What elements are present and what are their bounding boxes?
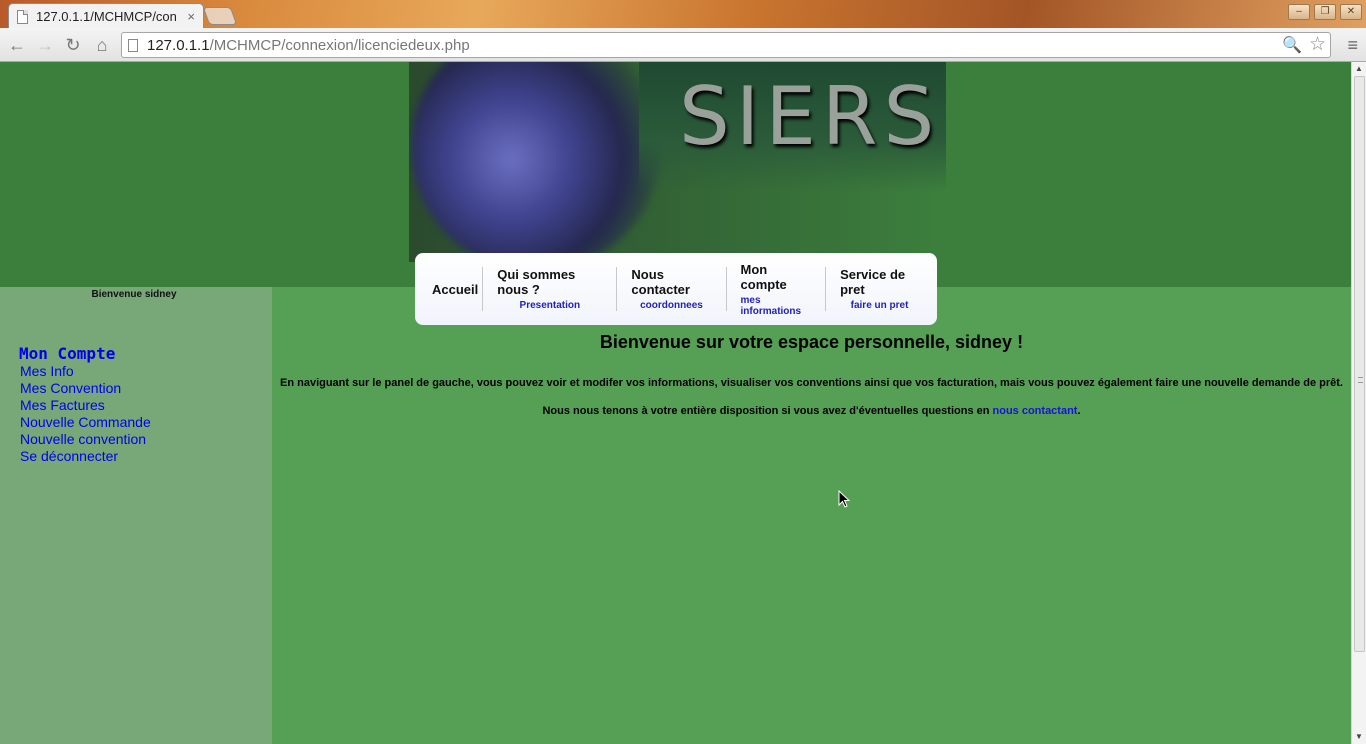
- nav-item-mon-compte[interactable]: Mon compte mes informations: [725, 262, 826, 317]
- nav-label: Nous contacter: [631, 267, 690, 297]
- contact-text-end: .: [1077, 405, 1081, 417]
- sidebar-link-nouvelle-convention[interactable]: Nouvelle convention: [20, 431, 151, 448]
- contact-paragraph: Nous nous tenons à votre entière disposi…: [272, 405, 1351, 417]
- main-navigation: Accueil Qui sommes nous ? Presentation N…: [415, 253, 937, 325]
- url-path: /MCHMCP/connexion/licenciedeux.php: [209, 36, 470, 54]
- vertical-scrollbar[interactable]: ▲ ▼: [1351, 62, 1366, 744]
- maximize-button[interactable]: ❐: [1314, 4, 1336, 20]
- page: SIERS Accueil Qui sommes nous ? Presenta…: [0, 62, 1351, 744]
- sidebar-link-mes-factures[interactable]: Mes Factures: [20, 397, 151, 414]
- nav-sublabel: coordonnees: [640, 300, 703, 311]
- nav-label: Mon compte: [740, 261, 787, 292]
- nav-sublabel: faire un pret: [850, 300, 909, 311]
- account-sidebar: Bienvenue sidney Mon Compte Mes Info Mes…: [0, 287, 272, 744]
- close-window-button[interactable]: ✕: [1340, 4, 1362, 20]
- banner-orb-graphic: [411, 62, 661, 262]
- main-content: Bienvenue sur votre espace personnelle, …: [272, 287, 1351, 744]
- back-arrow-icon[interactable]: ←: [6, 34, 28, 56]
- sidebar-title: Mon Compte: [19, 344, 116, 363]
- browser-tab[interactable]: 127.0.1.1/MCHMCP/con ×: [8, 3, 204, 29]
- nav-label: Qui sommes nous ?: [497, 267, 576, 297]
- welcome-user-text: Bienvenue sidney: [91, 289, 177, 300]
- nav-item-service-de-pret[interactable]: Service de pret faire un pret: [825, 267, 933, 311]
- nav-sublabel: mes informations: [740, 294, 802, 317]
- nav-item-nous-contacter[interactable]: Nous contacter coordonnees: [616, 267, 725, 311]
- page-icon: [17, 9, 28, 24]
- reload-icon[interactable]: ↻: [62, 34, 84, 56]
- forward-arrow-icon[interactable]: →: [34, 34, 56, 56]
- new-tab-button[interactable]: [202, 7, 238, 25]
- sidebar-links: Mes Info Mes Convention Mes Factures Nou…: [20, 363, 151, 465]
- site-logo: SIERS: [679, 70, 941, 163]
- tab-title: 127.0.1.1/MCHMCP/con: [36, 9, 177, 24]
- sidebar-link-mes-info[interactable]: Mes Info: [20, 363, 151, 380]
- zoom-icon[interactable]: 🔍: [1282, 35, 1302, 55]
- nav-item-qui-sommes-nous[interactable]: Qui sommes nous ? Presentation: [482, 267, 616, 311]
- address-bar[interactable]: 127.0.1.1/MCHMCP/connexion/licenciedeux.…: [121, 32, 1331, 58]
- contact-link[interactable]: nous contactant: [993, 405, 1078, 417]
- url-host: 127.0.1.1: [147, 36, 210, 54]
- sidebar-link-se-deconnecter[interactable]: Se déconnecter: [20, 448, 151, 465]
- intro-paragraph: En naviguant sur le panel de gauche, vou…: [280, 377, 1343, 389]
- nav-item-accueil[interactable]: Accueil: [419, 267, 482, 311]
- nav-sublabel: Presentation: [519, 300, 581, 311]
- browser-titlebar: 127.0.1.1/MCHMCP/con × – ❐ ✕: [0, 0, 1366, 29]
- scroll-up-arrow-icon[interactable]: ▲: [1355, 64, 1363, 73]
- nav-label: Service de pret: [840, 267, 906, 297]
- nav-label: Accueil: [432, 281, 479, 297]
- document-icon: [128, 38, 138, 52]
- page-heading: Bienvenue sur votre espace personnelle, …: [599, 332, 1024, 352]
- tab-close-icon[interactable]: ×: [187, 9, 195, 24]
- scrollbar-thumb[interactable]: [1354, 76, 1365, 652]
- browser-menu-icon[interactable]: ≡: [1347, 35, 1358, 56]
- sidebar-link-mes-convention[interactable]: Mes Convention: [20, 380, 151, 397]
- sidebar-link-nouvelle-commande[interactable]: Nouvelle Commande: [20, 414, 151, 431]
- minimize-button[interactable]: –: [1288, 4, 1310, 20]
- home-icon[interactable]: ⌂: [91, 34, 113, 56]
- scrollbar-grip-icon: [1358, 377, 1363, 383]
- bookmark-star-icon[interactable]: ☆: [1309, 33, 1326, 56]
- browser-toolbar: ← → ↻ ⌂ 127.0.1.1/MCHMCP/connexion/licen…: [0, 28, 1366, 62]
- contact-text: Nous nous tenons à votre entière disposi…: [542, 405, 993, 417]
- scroll-down-arrow-icon[interactable]: ▼: [1355, 732, 1363, 741]
- site-banner: SIERS: [409, 62, 946, 262]
